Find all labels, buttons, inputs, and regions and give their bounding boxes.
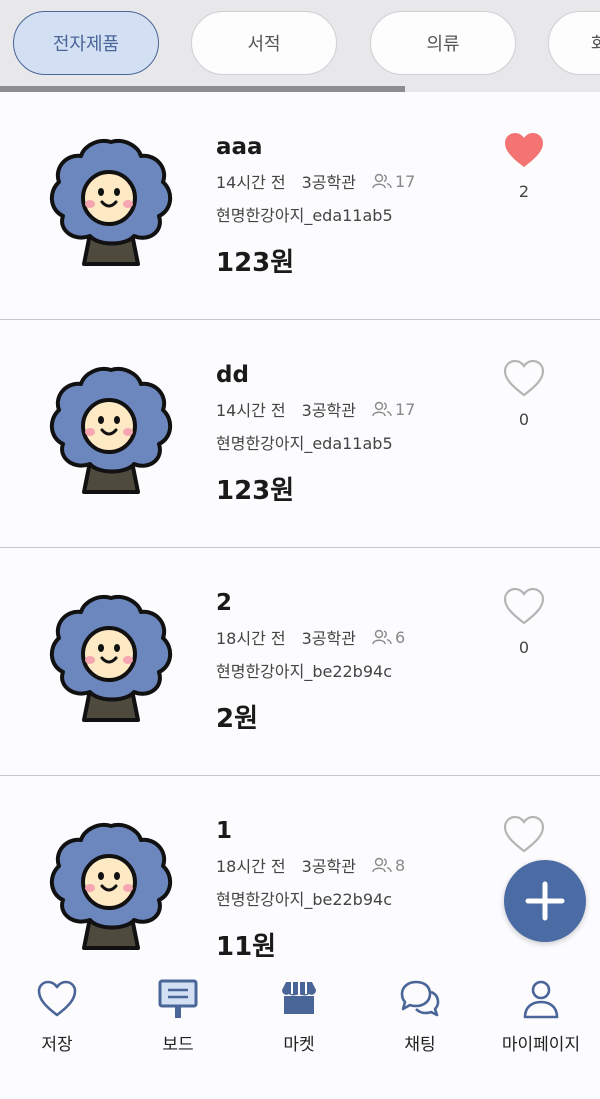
tree-character-avatar bbox=[50, 367, 172, 494]
view-count: 6 bbox=[372, 628, 405, 647]
product-price: 123원 bbox=[216, 476, 295, 506]
like-count: 0 bbox=[518, 410, 530, 429]
chat-bubbles-icon bbox=[400, 980, 440, 1017]
posted-time: 18시간 전 bbox=[216, 857, 286, 876]
tab-label: 전자제품 bbox=[52, 34, 120, 55]
posted-time: 18시간 전 bbox=[216, 629, 286, 648]
tab-partial[interactable]: 화 bbox=[548, 11, 600, 75]
posted-time: 14시간 전 bbox=[216, 401, 286, 420]
nav-market[interactable]: 마켓 bbox=[239, 978, 359, 1068]
product-title: 2 bbox=[216, 590, 233, 616]
tab-books[interactable]: 서적 bbox=[191, 11, 337, 75]
product-item[interactable]: 1 18시간 전 3공학관 8 현명한강아지_be22b94c 11원 0 bbox=[0, 776, 600, 970]
heart-icon bbox=[37, 980, 77, 1017]
product-list[interactable]: aaa 14시간 전 3공학관 17 현명한강아지_eda11ab5 123원 … bbox=[0, 92, 600, 970]
tab-label: 의류 bbox=[426, 34, 460, 55]
product-title: dd bbox=[216, 362, 249, 388]
view-count-value: 6 bbox=[394, 627, 406, 647]
like-count: 0 bbox=[518, 638, 530, 657]
location: 3공학관 bbox=[301, 629, 356, 648]
product-meta: 18시간 전 3공학관 8 bbox=[216, 853, 405, 877]
people-icon bbox=[372, 401, 392, 417]
heart-outline-icon[interactable] bbox=[502, 814, 546, 854]
view-count-value: 17 bbox=[394, 399, 416, 419]
people-icon bbox=[372, 173, 392, 189]
product-meta: 14시간 전 3공학관 17 bbox=[216, 397, 415, 421]
heart-filled-icon[interactable] bbox=[502, 130, 546, 170]
heart-outline-icon[interactable] bbox=[502, 586, 546, 626]
tree-character-avatar bbox=[50, 139, 172, 266]
nav-mypage[interactable]: 마이페이지 bbox=[481, 978, 600, 1068]
view-count: 17 bbox=[372, 172, 415, 191]
tab-clothing[interactable]: 의류 bbox=[370, 11, 516, 75]
product-item[interactable]: aaa 14시간 전 3공학관 17 현명한강아지_eda11ab5 123원 … bbox=[0, 92, 600, 320]
nav-chat[interactable]: 채팅 bbox=[360, 978, 480, 1068]
seller-name: 현명한강아지_be22b94c bbox=[216, 890, 392, 909]
seller-name: 현명한강아지_eda11ab5 bbox=[216, 434, 393, 453]
nav-label: 채팅 bbox=[404, 1035, 436, 1055]
product-title: aaa bbox=[216, 134, 263, 160]
seller-name: 현명한강아지_be22b94c bbox=[216, 662, 392, 681]
tab-electronics[interactable]: 전자제품 bbox=[13, 11, 159, 75]
tab-label: 화 bbox=[591, 34, 600, 55]
product-item[interactable]: dd 14시간 전 3공학관 17 현명한강아지_eda11ab5 123원 0 bbox=[0, 320, 600, 548]
location: 3공학관 bbox=[301, 401, 356, 420]
product-price: 123원 bbox=[216, 248, 295, 278]
posted-time: 14시간 전 bbox=[216, 173, 286, 192]
category-tab-bar: 전자제품 서적 의류 화 bbox=[0, 0, 600, 92]
like-count: 2 bbox=[518, 182, 530, 201]
nav-label: 보드 bbox=[162, 1035, 194, 1055]
location: 3공학관 bbox=[301, 857, 356, 876]
seller-name: 현명한강아지_eda11ab5 bbox=[216, 206, 393, 225]
view-count: 8 bbox=[372, 856, 405, 875]
location: 3공학관 bbox=[301, 173, 356, 192]
tab-label: 서적 bbox=[247, 34, 281, 55]
product-meta: 18시간 전 3공학관 6 bbox=[216, 625, 405, 649]
heart-outline-icon[interactable] bbox=[502, 358, 546, 398]
people-icon bbox=[372, 629, 392, 645]
add-post-button[interactable] bbox=[504, 860, 586, 942]
nav-saved[interactable]: 저장 bbox=[0, 978, 117, 1068]
product-price: 2원 bbox=[216, 704, 259, 734]
plus-icon bbox=[525, 881, 565, 921]
bottom-navigation: 저장 보드 마켓 채팅 마이페이지 bbox=[0, 970, 600, 1099]
tree-character-avatar bbox=[50, 823, 172, 950]
product-meta: 14시간 전 3공학관 17 bbox=[216, 169, 415, 193]
nav-label: 저장 bbox=[41, 1035, 73, 1055]
product-price: 11원 bbox=[216, 932, 277, 962]
board-sign-icon bbox=[158, 979, 198, 1018]
store-icon bbox=[282, 982, 316, 1014]
view-count: 17 bbox=[372, 400, 415, 419]
nav-label: 마켓 bbox=[283, 1035, 315, 1055]
people-icon bbox=[372, 857, 392, 873]
tree-character-avatar bbox=[50, 595, 172, 722]
person-icon bbox=[523, 980, 559, 1019]
nav-board[interactable]: 보드 bbox=[118, 978, 238, 1068]
product-title: 1 bbox=[216, 818, 233, 844]
view-count-value: 8 bbox=[394, 855, 406, 875]
product-item[interactable]: 2 18시간 전 3공학관 6 현명한강아지_be22b94c 2원 0 bbox=[0, 548, 600, 776]
view-count-value: 17 bbox=[394, 171, 416, 191]
nav-label: 마이페이지 bbox=[501, 1035, 581, 1055]
